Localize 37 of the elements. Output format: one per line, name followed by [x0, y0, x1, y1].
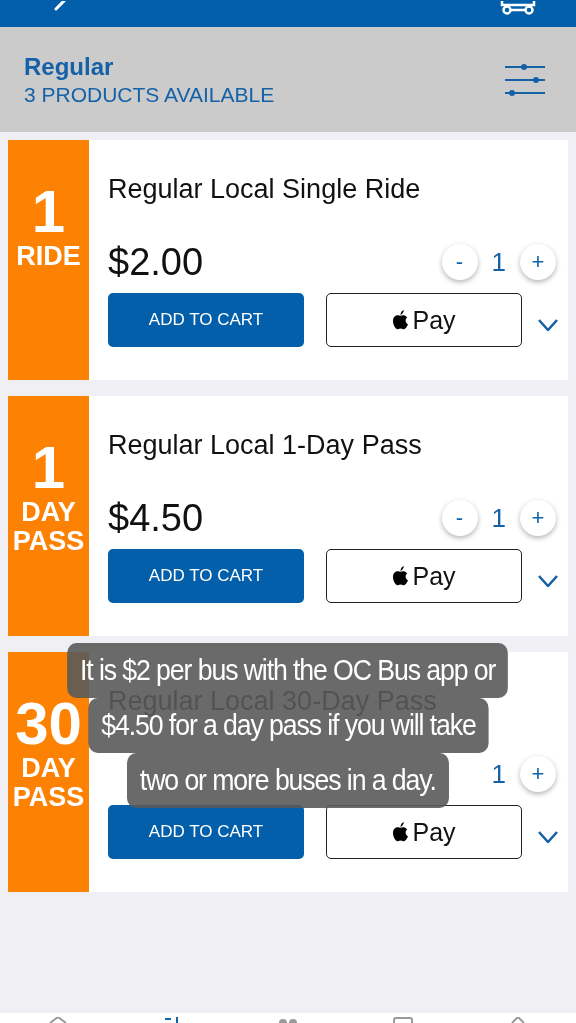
- pay-label: Pay: [412, 561, 456, 591]
- apple-icon: [392, 822, 410, 842]
- decrease-button[interactable]: -: [441, 500, 478, 536]
- apple-pay-button[interactable]: Pay: [326, 805, 522, 859]
- badge-label: DAY PASS: [11, 754, 86, 812]
- chevron-down-icon[interactable]: [538, 831, 558, 843]
- increase-button[interactable]: +: [520, 756, 556, 792]
- pay-label: Pay: [412, 817, 456, 847]
- product-name: Regular Local Single Ride: [108, 174, 422, 206]
- category-title: Regular: [24, 52, 115, 81]
- decrease-button[interactable]: -: [441, 244, 478, 280]
- increase-button[interactable]: +: [520, 500, 556, 536]
- quantity-value: 1: [491, 758, 506, 790]
- badge-label: RIDE: [15, 242, 82, 271]
- chevron-down-icon[interactable]: [538, 575, 558, 587]
- badge-label: DAY PASS: [11, 498, 86, 556]
- badge-number: 1: [31, 438, 66, 498]
- quantity-value: 1: [491, 502, 506, 534]
- add-to-cart-button[interactable]: ADD TO CART: [108, 293, 304, 347]
- product-name: Regular Local 1-Day Pass: [108, 430, 423, 462]
- apple-pay-button[interactable]: Pay: [326, 293, 522, 347]
- increase-button[interactable]: +: [520, 244, 556, 280]
- home-icon[interactable]: [47, 1017, 68, 1023]
- add-to-cart-button[interactable]: ADD TO CART: [108, 549, 304, 603]
- chevron-down-icon[interactable]: [538, 319, 558, 331]
- product-count: 3 PRODUCTS AVAILABLE: [24, 82, 275, 107]
- add-to-cart-button[interactable]: ADD TO CART: [108, 805, 304, 859]
- apple-icon: [392, 566, 410, 586]
- apple-pay-button[interactable]: Pay: [326, 549, 522, 603]
- quantity-value: 1: [491, 246, 506, 278]
- pay-label: Pay: [412, 305, 456, 335]
- badge-number: 1: [31, 182, 66, 242]
- apple-icon: [392, 310, 410, 330]
- filter-icon[interactable]: [504, 61, 546, 98]
- cart-icon[interactable]: [500, 1, 536, 15]
- product-price: $2.00: [108, 240, 204, 284]
- product-price: $4.50: [108, 496, 204, 540]
